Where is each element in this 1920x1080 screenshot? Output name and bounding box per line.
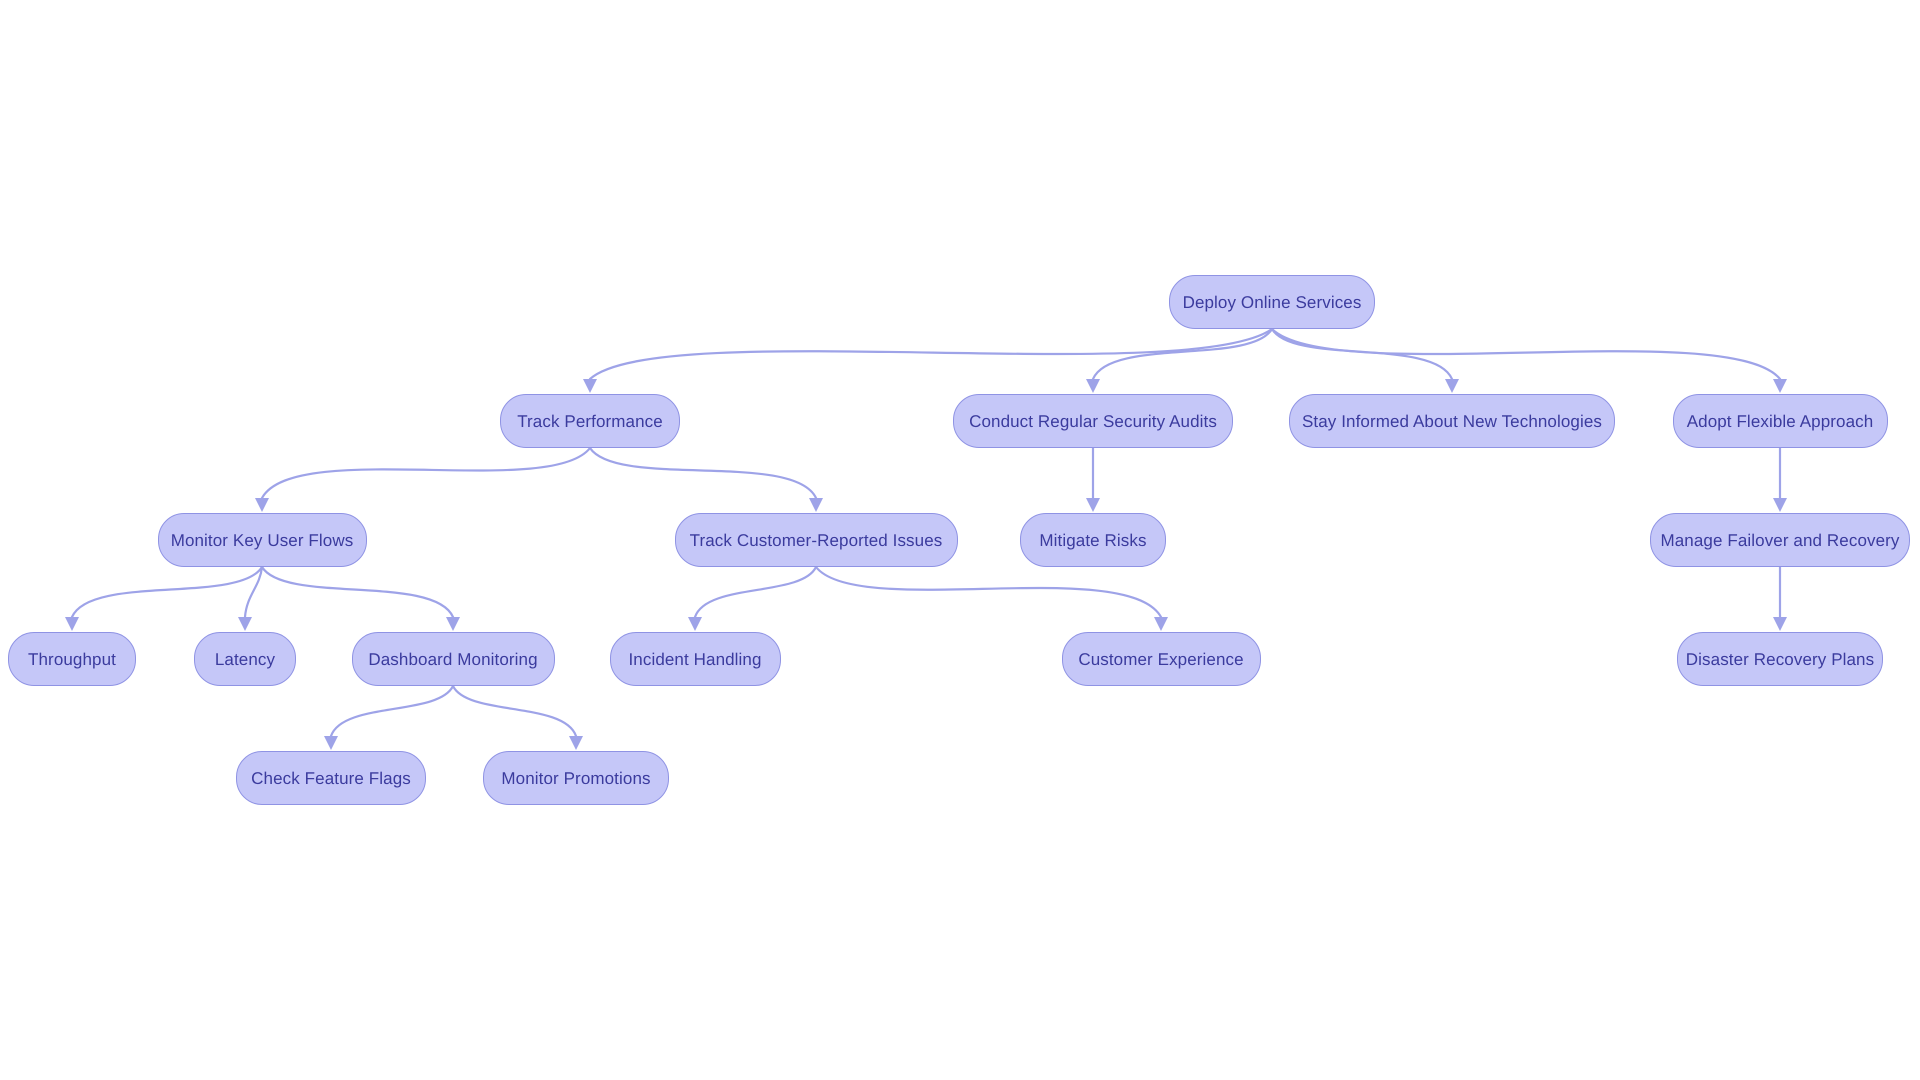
flowchart-node-label: Throughput <box>28 649 116 669</box>
flowchart-arrowhead-conduct-regular-security-audits <box>1086 379 1100 393</box>
flowchart-edge-track-customer-reported-issues-to-customer-experience <box>814 565 1163 619</box>
flowchart-arrowhead-track-performance <box>583 379 597 393</box>
flowchart-edge-deploy-online-services-to-stay-informed-about-new-technologies <box>1270 327 1454 381</box>
flowchart-arrowhead-throughput <box>65 617 79 631</box>
flowchart-node-track-performance[interactable]: Track Performance <box>500 394 680 448</box>
flowchart-canvas: Deploy Online Services Track Performance C… <box>0 0 1920 1080</box>
flowchart-arrowhead-stay-informed-about-new-technologies <box>1445 379 1459 393</box>
flowchart-node-monitor-promotions[interactable]: Monitor Promotions <box>483 751 669 805</box>
flowchart-node-label: Track Customer-Reported Issues <box>689 530 943 550</box>
flowchart-arrowhead-incident-handling <box>688 617 702 631</box>
flowchart-node-label: Manage Failover and Recovery <box>1660 530 1900 550</box>
flowchart-arrowhead-monitor-key-user-flows <box>255 498 269 512</box>
flowchart-node-deploy-online-services[interactable]: Deploy Online Services <box>1169 275 1375 329</box>
flowchart-node-stay-informed-about-new-technologies[interactable]: Stay Informed About New Technologies <box>1289 394 1615 448</box>
flowchart-node-label: Track Performance <box>517 411 663 431</box>
flowchart-node-check-feature-flags[interactable]: Check Feature Flags <box>236 751 426 805</box>
flowchart-edge-deploy-online-services-to-track-performance <box>588 327 1274 381</box>
flowchart-node-disaster-recovery-plans[interactable]: Disaster Recovery Plans <box>1677 632 1883 686</box>
flowchart-node-label: Check Feature Flags <box>251 768 411 788</box>
flowchart-arrowhead-disaster-recovery-plans <box>1773 617 1787 631</box>
flowchart-edge-track-performance-to-monitor-key-user-flows <box>260 446 592 500</box>
flowchart-edge-deploy-online-services-to-adopt-flexible-approach <box>1270 327 1782 381</box>
flowchart-node-label: Monitor Key User Flows <box>170 530 354 550</box>
flowchart-arrowhead-manage-failover-and-recovery <box>1773 498 1787 512</box>
flowchart-arrowhead-mitigate-risks <box>1086 498 1100 512</box>
flowchart-edge-track-customer-reported-issues-to-incident-handling <box>693 565 818 619</box>
flowchart-node-label: Mitigate Risks <box>1039 530 1147 550</box>
flowchart-arrowhead-customer-experience <box>1154 617 1168 631</box>
flowchart-edge-monitor-key-user-flows-to-dashboard-monitoring <box>260 565 455 619</box>
flowchart-node-label: Incident Handling <box>628 649 762 669</box>
flowchart-node-label: Monitor Promotions <box>501 768 651 788</box>
flowchart-edge-dashboard-monitoring-to-monitor-promotions <box>451 684 578 738</box>
flowchart-edge-deploy-online-services-to-conduct-regular-security-audits <box>1091 327 1274 381</box>
flowchart-arrowhead-latency <box>238 617 252 631</box>
flowchart-node-label: Dashboard Monitoring <box>368 649 538 669</box>
flowchart-node-conduct-regular-security-audits[interactable]: Conduct Regular Security Audits <box>953 394 1233 448</box>
flowchart-node-label: Customer Experience <box>1078 649 1244 669</box>
flowchart-node-monitor-key-user-flows[interactable]: Monitor Key User Flows <box>157 513 367 567</box>
flowchart-node-dashboard-monitoring[interactable]: Dashboard Monitoring <box>351 632 555 686</box>
flowchart-arrowhead-dashboard-monitoring <box>446 617 460 631</box>
flowchart-node-adopt-flexible-approach[interactable]: Adopt Flexible Approach <box>1672 394 1888 448</box>
flowchart-edge-dashboard-monitoring-to-check-feature-flags <box>329 684 455 738</box>
flowchart-node-label: Conduct Regular Security Audits <box>969 411 1217 431</box>
flowchart-edge-track-performance-to-track-customer-reported-issues <box>588 446 818 500</box>
flowchart-edge-monitor-key-user-flows-to-throughput <box>70 565 264 619</box>
flowchart-node-label: Adopt Flexible Approach <box>1686 411 1874 431</box>
flowchart-node-mitigate-risks[interactable]: Mitigate Risks <box>1020 513 1166 567</box>
flowchart-arrowhead-adopt-flexible-approach <box>1773 379 1787 393</box>
flowchart-arrowhead-monitor-promotions <box>569 736 583 750</box>
flowchart-node-label: Latency <box>214 649 276 669</box>
flowchart-node-track-customer-reported-issues[interactable]: Track Customer-Reported Issues <box>674 513 958 567</box>
flowchart-node-customer-experience[interactable]: Customer Experience <box>1061 632 1261 686</box>
flowchart-node-latency[interactable]: Latency <box>194 632 296 686</box>
flowchart-node-label: Disaster Recovery Plans <box>1685 649 1875 669</box>
flowchart-edge-monitor-key-user-flows-to-latency <box>243 565 264 619</box>
flowchart-arrowhead-check-feature-flags <box>324 736 338 750</box>
flowchart-node-label: Deploy Online Services <box>1182 292 1362 312</box>
flowchart-node-manage-failover-and-recovery[interactable]: Manage Failover and Recovery <box>1650 513 1910 567</box>
flowchart-node-throughput[interactable]: Throughput <box>8 632 136 686</box>
flowchart-arrowhead-track-customer-reported-issues <box>809 498 823 512</box>
flowchart-node-incident-handling[interactable]: Incident Handling <box>609 632 781 686</box>
flowchart-node-label: Stay Informed About New Technologies <box>1301 411 1603 431</box>
